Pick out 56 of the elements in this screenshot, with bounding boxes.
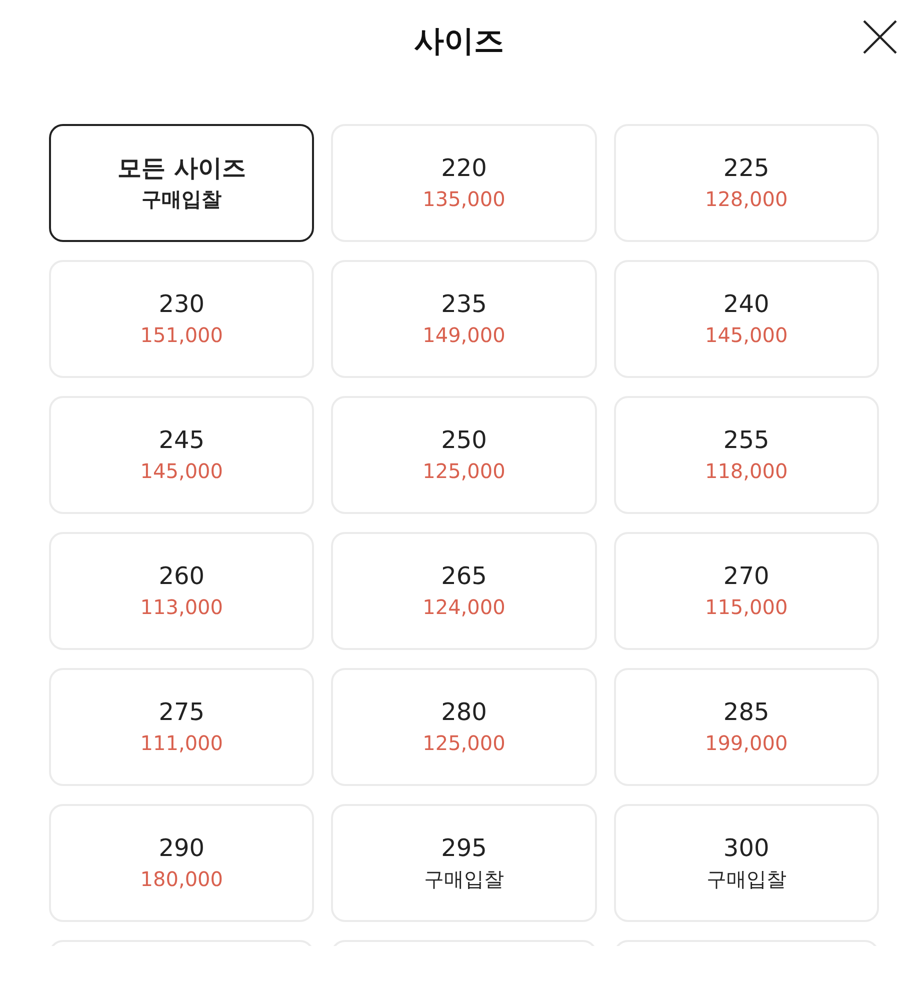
- size-label: 300: [723, 833, 770, 864]
- size-option[interactable]: 270 115,000: [614, 532, 879, 650]
- price-label: 151,000: [140, 322, 224, 349]
- bid-label: 구매입찰: [142, 186, 222, 213]
- size-label: 275: [158, 697, 205, 728]
- size-label: 240: [723, 289, 770, 320]
- size-label: 250: [441, 425, 487, 456]
- size-label: 245: [158, 425, 205, 456]
- size-option[interactable]: 245 145,000: [49, 396, 314, 514]
- price-label: 124,000: [422, 594, 506, 621]
- price-label: 135,000: [422, 186, 506, 213]
- price-label: 125,000: [422, 458, 506, 485]
- size-label: 260: [158, 561, 205, 592]
- size-label: 235: [441, 289, 487, 320]
- size-option[interactable]: 260 113,000: [49, 532, 314, 650]
- bid-label: 구매입찰: [424, 866, 504, 893]
- close-icon[interactable]: [862, 19, 898, 55]
- size-option[interactable]: 290 180,000: [49, 804, 314, 922]
- size-label: 모든 사이즈: [117, 153, 246, 184]
- price-label: 111,000: [140, 730, 224, 757]
- size-option[interactable]: 230 151,000: [49, 260, 314, 378]
- size-option[interactable]: 모든 사이즈 구매입찰: [49, 124, 314, 242]
- size-option[interactable]: 280 125,000: [331, 668, 597, 786]
- bid-label: 구매입찰: [706, 866, 786, 893]
- size-option[interactable]: 250 125,000: [331, 396, 597, 514]
- size-label: 220: [441, 153, 487, 184]
- size-option[interactable]: 225 128,000: [614, 124, 879, 242]
- size-option[interactable]: 265 124,000: [331, 532, 597, 650]
- size-label: 280: [441, 697, 487, 728]
- size-option[interactable]: 285 199,000: [614, 668, 879, 786]
- price-label: 128,000: [704, 186, 788, 213]
- size-option[interactable]: 295 구매입찰: [331, 804, 597, 922]
- size-option[interactable]: 255 118,000: [614, 396, 879, 514]
- size-option[interactable]: 240 145,000: [614, 260, 879, 378]
- modal-title: 사이즈: [414, 23, 504, 61]
- size-label: 225: [723, 153, 770, 184]
- size-label: 230: [158, 289, 205, 320]
- size-option[interactable]: 235 149,000: [331, 260, 597, 378]
- price-label: 113,000: [140, 594, 224, 621]
- price-label: 199,000: [704, 730, 788, 757]
- price-label: 149,000: [422, 322, 506, 349]
- size-label: 270: [723, 561, 770, 592]
- size-label: 265: [441, 561, 487, 592]
- size-label: 290: [158, 833, 205, 864]
- size-option[interactable]: 220 135,000: [331, 124, 597, 242]
- size-label: 255: [723, 425, 770, 456]
- size-option[interactable]: 300 구매입찰: [614, 804, 879, 922]
- size-label: 295: [441, 833, 487, 864]
- price-label: 125,000: [422, 730, 506, 757]
- price-label: 145,000: [704, 322, 788, 349]
- price-label: 180,000: [140, 866, 224, 893]
- price-label: 145,000: [140, 458, 224, 485]
- price-label: 118,000: [704, 458, 788, 485]
- size-label: 285: [723, 697, 770, 728]
- size-option[interactable]: 275 111,000: [49, 668, 314, 786]
- price-label: 115,000: [704, 594, 788, 621]
